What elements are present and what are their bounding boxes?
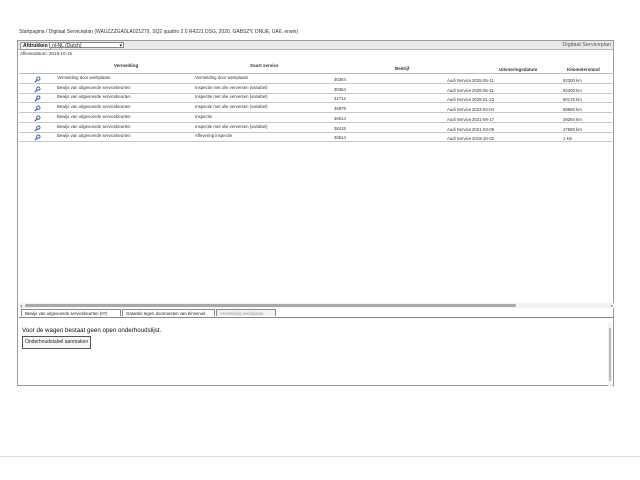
language-select[interactable]: nl-NL (Dutch) ▾	[49, 42, 124, 49]
cell-note: Bewijs van uitgevoerde servicebeurten	[57, 94, 131, 100]
cell-service-name: Audi Service	[447, 87, 472, 93]
table-row[interactable]: Bewijs van uitgevoerde servicebeurten Ins…	[19, 124, 612, 133]
column-header-company[interactable]: Bedrijf	[395, 66, 409, 71]
table-row[interactable]: Bewijs van uitgevoerde servicebeurten Ins…	[19, 114, 612, 123]
cell-service-name: Audi Service	[447, 78, 472, 83]
cell-company: 30364	[334, 86, 346, 92]
table-header-divider	[19, 73, 614, 74]
column-header-note[interactable]: Vermelding	[114, 63, 138, 68]
scroll-left-icon[interactable]: ◂	[20, 303, 22, 308]
service-plan-window: Afdrukken nl-NL (Dutch) ▾ Digitaal Servi…	[17, 40, 614, 386]
delivery-date: Afleverdatum: 2019-10-15	[20, 51, 73, 56]
cell-company: 38415	[334, 125, 346, 131]
cell-service-type: Aflevering inspectie	[195, 133, 233, 139]
magnifier-icon[interactable]	[34, 125, 41, 132]
cell-note: Bewijs van uitgevoerde servicebeurten	[57, 133, 131, 139]
scroll-right-icon[interactable]: ▸	[611, 303, 613, 308]
cell-date: 2021-09-17	[472, 116, 494, 122]
magnifier-icon[interactable]	[34, 95, 41, 102]
cell-note: Vermelding door werkplaats	[57, 75, 111, 80]
cell-service-type: Inspectie	[195, 113, 213, 119]
cell-date: 2023-04-04	[472, 107, 494, 113]
magnifier-icon[interactable]	[34, 115, 41, 122]
cell-km: 39284 km	[563, 116, 582, 122]
cell-date: 2025-01-23	[472, 97, 494, 103]
table-row[interactable]: Bewijs van uitgevoerde servicebeurten Ins…	[19, 104, 612, 114]
cell-service-type: Inspectie met olie verversen (variabel)	[195, 84, 268, 90]
vertical-scrollbar[interactable]	[608, 323, 612, 386]
cell-date: 2025-05-11	[472, 87, 494, 93]
cell-date: 2025-05-11	[472, 78, 494, 83]
cell-note: Bewijs van uitgevoerde servicebeurten	[57, 104, 131, 110]
column-header-service-type[interactable]: Soort service	[250, 63, 279, 68]
page-bottom-divider	[0, 456, 640, 457]
cell-km: 27580 km	[563, 126, 582, 132]
cell-service-name: Audi Service	[447, 107, 472, 113]
magnifier-icon[interactable]	[34, 76, 41, 83]
tab-workshop-note[interactable]: Vermelding werkplaats	[216, 309, 276, 316]
print-button[interactable]: Afdrukken	[20, 42, 51, 50]
table-row[interactable]: Vermelding door werkplaats Vermelding doo…	[19, 75, 612, 84]
cell-service-type: Inspectie met olie verversen (variabel)	[195, 94, 268, 100]
maintenance-message: Voor de wagen bestaat geen open onderhou…	[22, 327, 162, 334]
table-row[interactable]: Bewijs van uitgevoerde servicebeurten Ins…	[19, 94, 612, 104]
bottom-tabs: Bewijs van uitgevoerde servicebeurten (0…	[19, 309, 614, 318]
tab-rust-warranty[interactable]: Garantie tegen doorroesten van binnenuit	[122, 309, 215, 316]
column-header-km[interactable]: Kilometerstand	[567, 67, 600, 72]
vertical-scrollbar-thumb[interactable]	[609, 328, 611, 381]
cell-service-name: Audi Service	[447, 136, 472, 142]
cell-service-type: Vermelding door werkplaats	[195, 75, 249, 80]
language-select-value: nl-NL (Dutch)	[52, 43, 82, 49]
chevron-down-icon: ▾	[119, 43, 122, 49]
cell-note: Bewijs van uitgevoerde servicebeurten	[57, 113, 131, 119]
horizontal-scrollbar[interactable]: ◂ ▸	[19, 303, 614, 308]
cell-date: 2021-03-09	[472, 126, 494, 132]
magnifier-icon[interactable]	[34, 134, 41, 141]
cell-km: 58660 km	[563, 107, 582, 113]
cell-company: 46614	[334, 135, 346, 141]
cell-date: 2019-10-02	[472, 136, 494, 142]
cell-company: 31712	[334, 96, 346, 102]
cell-service-name: Audi Service	[447, 126, 472, 132]
cell-km: 1 km	[563, 136, 573, 142]
cell-note: Bewijs van uitgevoerde servicebeurten	[57, 123, 131, 129]
cell-km: 92300 km	[563, 78, 582, 83]
app-title: Digitaal Serviceplan	[562, 42, 611, 48]
magnifier-icon[interactable]	[34, 86, 41, 93]
cell-company: 46879	[334, 106, 346, 112]
cell-service-type: Inspectie met olie verversen (variabel)	[195, 123, 268, 129]
cell-company: 46614	[334, 115, 346, 121]
create-maintenance-table-button[interactable]: Onderhoudstabel aanmaken	[22, 336, 92, 349]
cell-service-type: Inspectie met olie verversen (variabel)	[195, 104, 268, 110]
cell-service-name: Audi Service	[447, 116, 472, 122]
table-row[interactable]: Bewijs van uitgevoerde servicebeurten Afl…	[19, 133, 612, 143]
tab-service-proof[interactable]: Bewijs van uitgevoerde servicebeurten (0…	[21, 309, 121, 316]
cell-note: Bewijs van uitgevoerde servicebeurten	[57, 84, 131, 90]
toolbar: Afdrukken nl-NL (Dutch) ▾ Digitaal Servi…	[18, 41, 613, 50]
table-row[interactable]: Bewijs van uitgevoerde servicebeurten Ins…	[19, 85, 612, 94]
column-header-date[interactable]: Uitvoeringsdatum	[499, 67, 537, 72]
horizontal-scrollbar-thumb[interactable]	[25, 304, 516, 307]
magnifier-icon[interactable]	[34, 105, 41, 112]
breadcrumb: Startpagina / Digitaal Serviceplan (WAUZ…	[19, 29, 299, 35]
cell-km: 92300 km	[563, 87, 582, 93]
cell-service-name: Audi Service	[447, 97, 472, 103]
cell-km: 80176 km	[563, 97, 582, 103]
cell-company: 30364	[334, 77, 346, 82]
